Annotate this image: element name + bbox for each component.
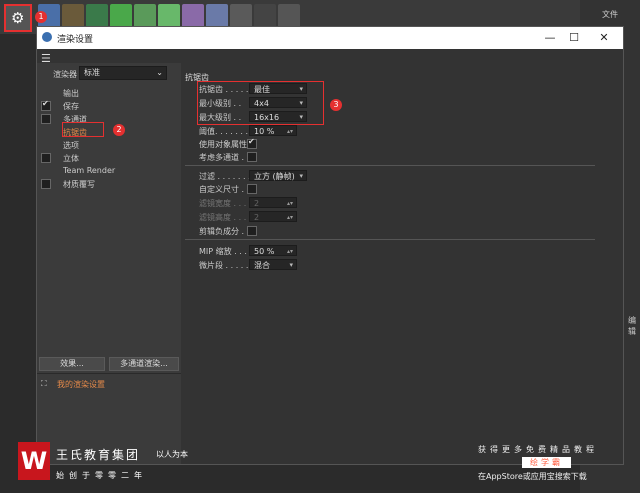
- highlight-box-levels: [197, 81, 324, 125]
- use-object-props-label: 使用对象属性: [199, 140, 247, 149]
- consider-multipass-checkbox[interactable]: [247, 152, 257, 162]
- cinema4d-icon: [42, 32, 52, 42]
- micropolygon-label: 微片段 . . . . .: [199, 261, 249, 270]
- mip-scale-input[interactable]: 50 % ▴▾: [249, 245, 297, 256]
- light-icon[interactable]: [278, 4, 300, 28]
- stereo-checkbox[interactable]: [41, 153, 51, 163]
- chevron-down-icon: ▾: [289, 261, 293, 269]
- divider: [37, 373, 181, 374]
- promo-download: 在AppStore或应用宝搜索下载: [478, 472, 587, 481]
- promo-text: 获得更多免费精品教程: [478, 445, 598, 454]
- watermark-left: W 王氏教育集团 以人为本 始创于零零二年: [18, 442, 198, 486]
- spinner-icon[interactable]: ▴▾: [287, 212, 293, 223]
- close-button[interactable]: ✕: [593, 29, 615, 47]
- mip-scale-label: MIP 缩放 . . . .: [199, 247, 252, 256]
- use-object-props-checkbox[interactable]: [247, 137, 257, 149]
- sweep-icon[interactable]: [86, 4, 108, 28]
- clip-negative-label: 剪辑负成分 . .: [199, 227, 250, 236]
- tree-item-options[interactable]: 选项: [63, 140, 79, 151]
- brand-name: 王氏教育集团: [56, 448, 141, 462]
- filter-select[interactable]: 立方 (静帧) ▾: [249, 170, 307, 181]
- tree-item-stereo[interactable]: 立体: [63, 153, 79, 164]
- bend-icon[interactable]: [182, 4, 204, 28]
- promo-app-name: 绘学霸: [522, 457, 571, 468]
- tree-item-output[interactable]: 输出: [63, 88, 79, 99]
- pen-icon[interactable]: [62, 4, 84, 28]
- filter-width-input[interactable]: 2 ▴▾: [249, 197, 297, 208]
- render-settings-button[interactable]: ⚙: [4, 4, 32, 32]
- micropolygon-select[interactable]: 混合 ▾: [249, 259, 297, 270]
- floor-icon[interactable]: [230, 4, 252, 28]
- multipass-render-button[interactable]: 多通道渲染...: [109, 357, 179, 371]
- consider-multipass-label: 考虑多通道 . .: [199, 153, 250, 162]
- deformer-icon[interactable]: [134, 4, 156, 28]
- chevron-down-icon: ▾: [299, 172, 303, 180]
- custom-size-checkbox[interactable]: [247, 184, 257, 194]
- threshold-input[interactable]: 10 % ▴▾: [249, 125, 297, 136]
- material-override-checkbox[interactable]: [41, 179, 51, 189]
- cube-green-icon[interactable]: [110, 4, 132, 28]
- step-badge-3: 3: [330, 99, 342, 111]
- highlight-box-antialiasing: [62, 122, 104, 137]
- threshold-label: 阈值. . . . . . . .: [199, 127, 254, 136]
- array-icon[interactable]: [158, 4, 180, 28]
- tree-item-material-override[interactable]: 材质覆写: [63, 179, 95, 190]
- effects-button[interactable]: 效果...: [39, 357, 105, 371]
- divider: [185, 165, 595, 166]
- tree-item-team-render[interactable]: Team Render: [63, 166, 115, 175]
- render-settings-dialog: 渲染设置 — ☐ ✕ ☰ 渲染器 标准⌄ 输出 保存 多通道 抗锯齿 选项 立体…: [36, 26, 624, 465]
- divider: [185, 239, 595, 240]
- renderer-select[interactable]: 标准 ⌄: [79, 66, 167, 80]
- menu-file[interactable]: 文件: [602, 9, 618, 20]
- camera-icon[interactable]: [254, 4, 276, 28]
- clip-negative-checkbox[interactable]: [247, 226, 257, 236]
- step-badge-1: 1: [35, 11, 47, 23]
- renderer-label: 渲染器: [53, 70, 77, 79]
- filter-label: 过滤 . . . . . . .: [199, 172, 251, 181]
- brand-slogan: 以人为本: [156, 450, 188, 459]
- save-checkbox[interactable]: [41, 99, 51, 111]
- brand-founded: 始创于零零二年: [56, 471, 147, 480]
- setting-tree-icon: ⛶: [41, 379, 47, 388]
- right-panel-label: 编辑: [628, 316, 636, 336]
- step-badge-2: 2: [113, 124, 125, 136]
- filter-width-label: 滤镜宽度 . . .: [199, 199, 247, 208]
- spinner-icon[interactable]: ▴▾: [287, 246, 293, 257]
- spinner-icon[interactable]: ▴▾: [287, 198, 293, 209]
- my-render-setting[interactable]: 我的渲染设置: [57, 379, 105, 390]
- chevron-down-icon: ⌄: [156, 68, 163, 77]
- title-bar: 渲染设置 — ☐ ✕: [37, 27, 623, 49]
- tree-item-save[interactable]: 保存: [63, 101, 79, 112]
- brand-logo: W: [18, 442, 50, 480]
- filter-height-label: 滤镜高度 . . .: [199, 213, 247, 222]
- multipass-checkbox[interactable]: [41, 114, 51, 124]
- filter-height-input[interactable]: 2 ▴▾: [249, 211, 297, 222]
- window-title: 渲染设置: [57, 35, 94, 45]
- custom-size-label: 自定义尺寸 . .: [199, 185, 250, 194]
- sky-icon[interactable]: [206, 4, 228, 28]
- gear-icon: ⚙: [11, 9, 25, 27]
- minimize-button[interactable]: —: [539, 29, 561, 47]
- settings-tree-panel: 渲染器 标准⌄ 输出 保存 多通道 抗锯齿 选项 立体 Team Render …: [37, 63, 181, 464]
- spinner-icon[interactable]: ▴▾: [287, 126, 293, 137]
- maximize-button[interactable]: ☐: [563, 29, 585, 47]
